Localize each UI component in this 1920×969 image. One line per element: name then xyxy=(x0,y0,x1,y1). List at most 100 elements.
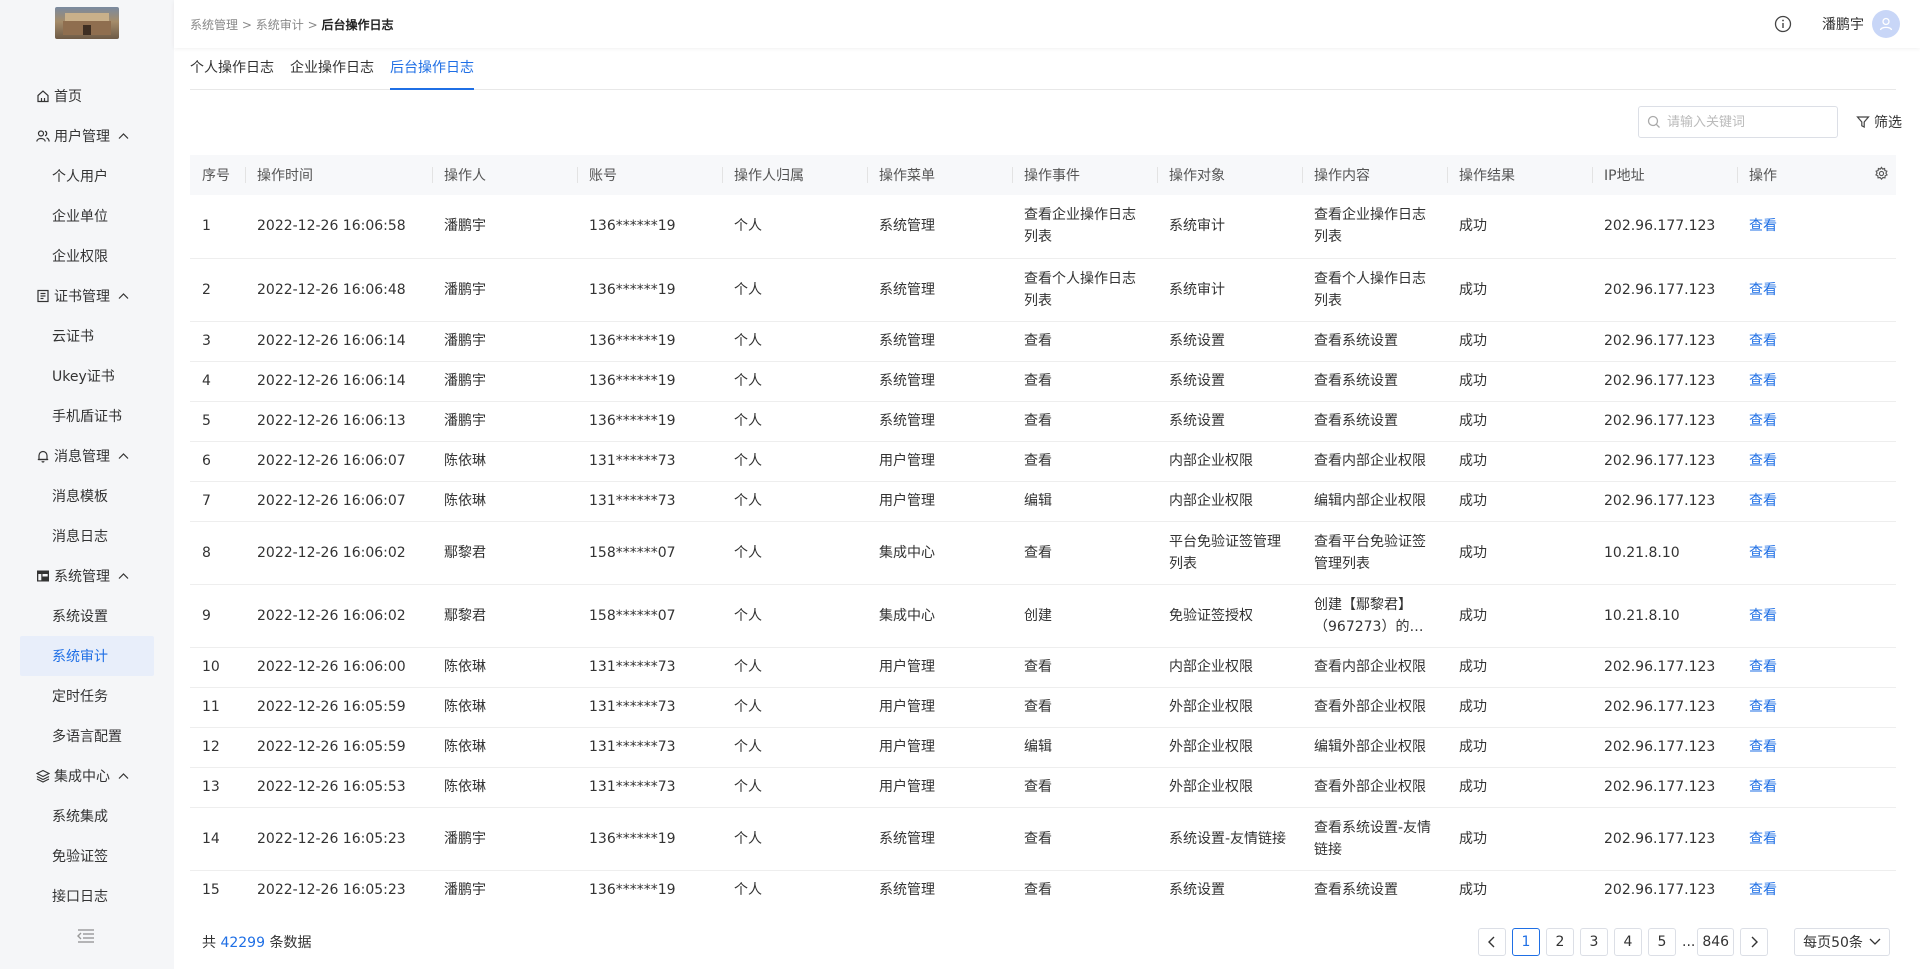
avatar[interactable] xyxy=(1872,10,1900,38)
view-link[interactable]: 查看 xyxy=(1749,493,1777,509)
cell-menu: 系统管理 xyxy=(867,321,1012,362)
chevron-left-icon xyxy=(1488,936,1495,948)
cell-empty xyxy=(1862,647,1896,688)
cell-menu: 用户管理 xyxy=(867,727,1012,768)
sidebar-item-9[interactable]: 消息管理 xyxy=(20,436,154,476)
cell-index: 4 xyxy=(190,361,245,402)
sidebar-item-1[interactable]: 用户管理 xyxy=(20,116,154,156)
total-number: 42299 xyxy=(220,935,265,951)
cell-affiliation: 个人 xyxy=(722,807,867,871)
sidebar-item-5[interactable]: 证书管理 xyxy=(20,276,154,316)
cell-event: 查看个人操作日志列表 xyxy=(1012,258,1157,322)
page-last[interactable]: 846 xyxy=(1697,928,1735,956)
collapse-menu-icon[interactable] xyxy=(76,928,96,948)
view-link[interactable]: 查看 xyxy=(1749,659,1777,675)
sidebar-item-2[interactable]: 个人用户 xyxy=(20,156,154,196)
tab-enterprise-log[interactable]: 企业操作日志 xyxy=(290,52,374,90)
chevron-up-icon xyxy=(118,573,129,579)
sidebar-item-14[interactable]: 系统审计 xyxy=(20,636,154,676)
page-5[interactable]: 5 xyxy=(1648,928,1676,956)
view-link[interactable]: 查看 xyxy=(1749,453,1777,469)
table-row: 14 2022-12-26 16:05:23 潘鹏宇 136******19 个人 系统管… xyxy=(190,807,1896,871)
view-link[interactable]: 查看 xyxy=(1749,699,1777,715)
sidebar: 首页 用户管理 个人用户 企业单位 企业权限 证书管理 云证书 Ukey证书 手机盾证书消息管理… xyxy=(0,0,174,969)
cell-time: 2022-12-26 16:05:59 xyxy=(245,727,432,768)
page-2[interactable]: 2 xyxy=(1546,928,1574,956)
sidebar-item-3[interactable]: 企业单位 xyxy=(20,196,154,236)
sidebar-item-label: 消息模板 xyxy=(52,489,108,505)
column-settings[interactable] xyxy=(1862,155,1896,195)
cell-index: 1 xyxy=(190,195,245,259)
view-link[interactable]: 查看 xyxy=(1749,373,1777,389)
page-1[interactable]: 1 xyxy=(1512,928,1540,956)
cell-event: 查看 xyxy=(1012,767,1157,808)
cell-time: 2022-12-26 16:05:59 xyxy=(245,687,432,728)
cell-operator: 潘鹏宇 xyxy=(432,195,577,259)
username[interactable]: 潘鹏宇 xyxy=(1822,14,1864,34)
cell-affiliation: 个人 xyxy=(722,481,867,522)
cell-operator: 潘鹏宇 xyxy=(432,361,577,402)
info-icon[interactable] xyxy=(1774,15,1792,33)
filter-button[interactable]: 筛选 xyxy=(1856,112,1902,132)
page-size-select[interactable]: 每页50条 xyxy=(1794,928,1890,956)
breadcrumb-separator: > xyxy=(241,18,252,32)
sidebar-item-19[interactable]: 免验证签 xyxy=(20,836,154,876)
sidebar-item-18[interactable]: 系统集成 xyxy=(20,796,154,836)
cell-menu: 用户管理 xyxy=(867,481,1012,522)
cell-object: 内部企业权限 xyxy=(1157,441,1302,482)
sidebar-item-label: 定时任务 xyxy=(52,689,108,705)
sidebar-item-12[interactable]: 系统管理 xyxy=(20,556,154,596)
sidebar-item-11[interactable]: 消息日志 xyxy=(20,516,154,556)
cell-action: 查看 xyxy=(1737,195,1862,259)
cell-event: 查看企业操作日志列表 xyxy=(1012,195,1157,259)
sidebar-item-16[interactable]: 多语言配置 xyxy=(20,716,154,756)
tab-personal-log[interactable]: 个人操作日志 xyxy=(190,52,274,90)
table-row: 4 2022-12-26 16:06:14 潘鹏宇 136******19 个人 系统管理… xyxy=(190,361,1896,402)
view-link[interactable]: 查看 xyxy=(1749,831,1777,847)
view-link[interactable]: 查看 xyxy=(1749,779,1777,795)
breadcrumb-current: 后台操作日志 xyxy=(321,18,394,32)
page-ellipsis[interactable]: ... xyxy=(1682,928,1696,956)
chevron-down-icon xyxy=(1869,938,1881,945)
breadcrumb-item-system[interactable]: 系统管理 xyxy=(190,18,238,32)
cell-empty xyxy=(1862,361,1896,402)
cell-time: 2022-12-26 16:06:07 xyxy=(245,441,432,482)
sidebar-item-8[interactable]: 手机盾证书 xyxy=(20,396,154,436)
view-link[interactable]: 查看 xyxy=(1749,545,1777,561)
cell-content: 编辑外部企业权限 xyxy=(1302,727,1447,768)
page-3[interactable]: 3 xyxy=(1580,928,1608,956)
cell-index: 7 xyxy=(190,481,245,522)
sidebar-item-4[interactable]: 企业权限 xyxy=(20,236,154,276)
cell-content: 查看系统设置 xyxy=(1302,870,1447,910)
sidebar-item-6[interactable]: 云证书 xyxy=(20,316,154,356)
tab-backend-log[interactable]: 后台操作日志 xyxy=(390,52,474,90)
view-link[interactable]: 查看 xyxy=(1749,218,1777,234)
view-link[interactable]: 查看 xyxy=(1749,282,1777,298)
sidebar-item-13[interactable]: 系统设置 xyxy=(20,596,154,636)
sidebar-item-0[interactable]: 首页 xyxy=(20,76,154,116)
sidebar-item-7[interactable]: Ukey证书 xyxy=(20,356,154,396)
cell-empty xyxy=(1862,807,1896,871)
view-link[interactable]: 查看 xyxy=(1749,333,1777,349)
cell-ip: 202.96.177.123 xyxy=(1592,361,1737,402)
cell-operator: 潘鹏宇 xyxy=(432,807,577,871)
cell-ip: 202.96.177.123 xyxy=(1592,767,1737,808)
view-link[interactable]: 查看 xyxy=(1749,882,1777,898)
view-link[interactable]: 查看 xyxy=(1749,413,1777,429)
sidebar-item-10[interactable]: 消息模板 xyxy=(20,476,154,516)
search-input[interactable] xyxy=(1667,114,1827,130)
prev-page-button[interactable] xyxy=(1478,928,1506,956)
cell-object: 系统设置 xyxy=(1157,361,1302,402)
users-icon xyxy=(36,129,50,143)
view-link[interactable]: 查看 xyxy=(1749,739,1777,755)
sidebar-item-20[interactable]: 接口日志 xyxy=(20,876,154,916)
view-link[interactable]: 查看 xyxy=(1749,608,1777,624)
sidebar-item-label: 消息管理 xyxy=(54,449,110,465)
cell-affiliation: 个人 xyxy=(722,258,867,322)
breadcrumb-item-audit[interactable]: 系统审计 xyxy=(256,18,304,32)
sidebar-item-17[interactable]: 集成中心 xyxy=(20,756,154,796)
cell-event: 查看 xyxy=(1012,401,1157,442)
page-4[interactable]: 4 xyxy=(1614,928,1642,956)
sidebar-item-15[interactable]: 定时任务 xyxy=(20,676,154,716)
next-page-button[interactable] xyxy=(1740,928,1769,956)
